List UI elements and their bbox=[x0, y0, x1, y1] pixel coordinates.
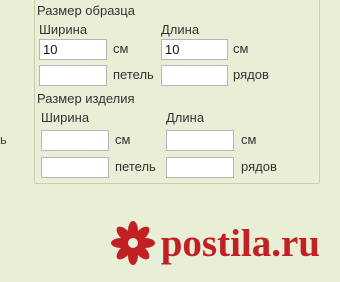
sample-length-label: Длина bbox=[161, 22, 200, 37]
product-width-cm-input[interactable] bbox=[41, 130, 109, 151]
watermark-text: postila.ru bbox=[160, 221, 320, 265]
sample-length-cm-unit: см bbox=[233, 41, 249, 56]
calculator-page: ь Размер образца Ширина Длина см см пете… bbox=[0, 0, 340, 282]
product-size-title: Размер изделия bbox=[37, 91, 135, 106]
postila-watermark: postila.ru bbox=[110, 221, 320, 265]
flower-logo-icon bbox=[110, 221, 155, 265]
product-rows-input[interactable] bbox=[166, 157, 234, 178]
product-length-cm-unit: см bbox=[241, 132, 257, 147]
sample-length-cm-input[interactable] bbox=[161, 39, 228, 60]
sample-stitches-unit: петель bbox=[113, 67, 154, 82]
sample-stitches-input[interactable] bbox=[39, 65, 107, 86]
product-width-label: Ширина bbox=[41, 110, 90, 125]
sample-rows-input[interactable] bbox=[161, 65, 228, 86]
sample-width-label: Ширина bbox=[39, 22, 88, 37]
sample-width-cm-input[interactable] bbox=[39, 39, 107, 60]
product-length-cm-input[interactable] bbox=[166, 130, 234, 151]
knitting-size-panel: Размер образца Ширина Длина см см петель… bbox=[34, 0, 320, 184]
product-width-cm-unit: см bbox=[115, 132, 131, 147]
product-stitches-unit: петель bbox=[115, 159, 156, 174]
sample-size-title: Размер образца bbox=[37, 3, 135, 18]
product-length-label: Длина bbox=[166, 110, 205, 125]
product-rows-unit: рядов bbox=[241, 159, 277, 174]
sample-rows-unit: рядов bbox=[233, 67, 269, 82]
left-cut-text: ь bbox=[0, 132, 7, 147]
product-stitches-input[interactable] bbox=[41, 157, 109, 178]
sample-width-cm-unit: см bbox=[113, 41, 129, 56]
